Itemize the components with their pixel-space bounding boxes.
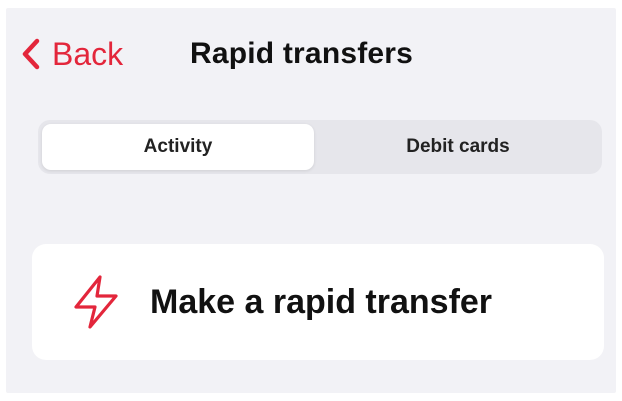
- make-rapid-transfer-button[interactable]: Make a rapid transfer: [32, 244, 604, 360]
- tab-debit-cards[interactable]: Debit cards: [318, 124, 598, 170]
- screen: Back Rapid transfers Activity Debit card…: [6, 8, 616, 393]
- back-button[interactable]: Back: [20, 34, 123, 74]
- tab-activity[interactable]: Activity: [42, 124, 314, 170]
- navigation-header: Back Rapid transfers: [6, 26, 616, 82]
- page-title: Rapid transfers: [190, 37, 414, 70]
- tab-activity-label: Activity: [143, 136, 213, 157]
- lightning-bolt-icon: [74, 275, 118, 329]
- back-label: Back: [52, 36, 124, 72]
- chevron-left-icon: [22, 38, 40, 70]
- tab-debit-cards-label: Debit cards: [406, 136, 510, 157]
- make-rapid-transfer-label: Make a rapid transfer: [150, 283, 493, 321]
- segmented-control: Activity Debit cards: [38, 120, 602, 174]
